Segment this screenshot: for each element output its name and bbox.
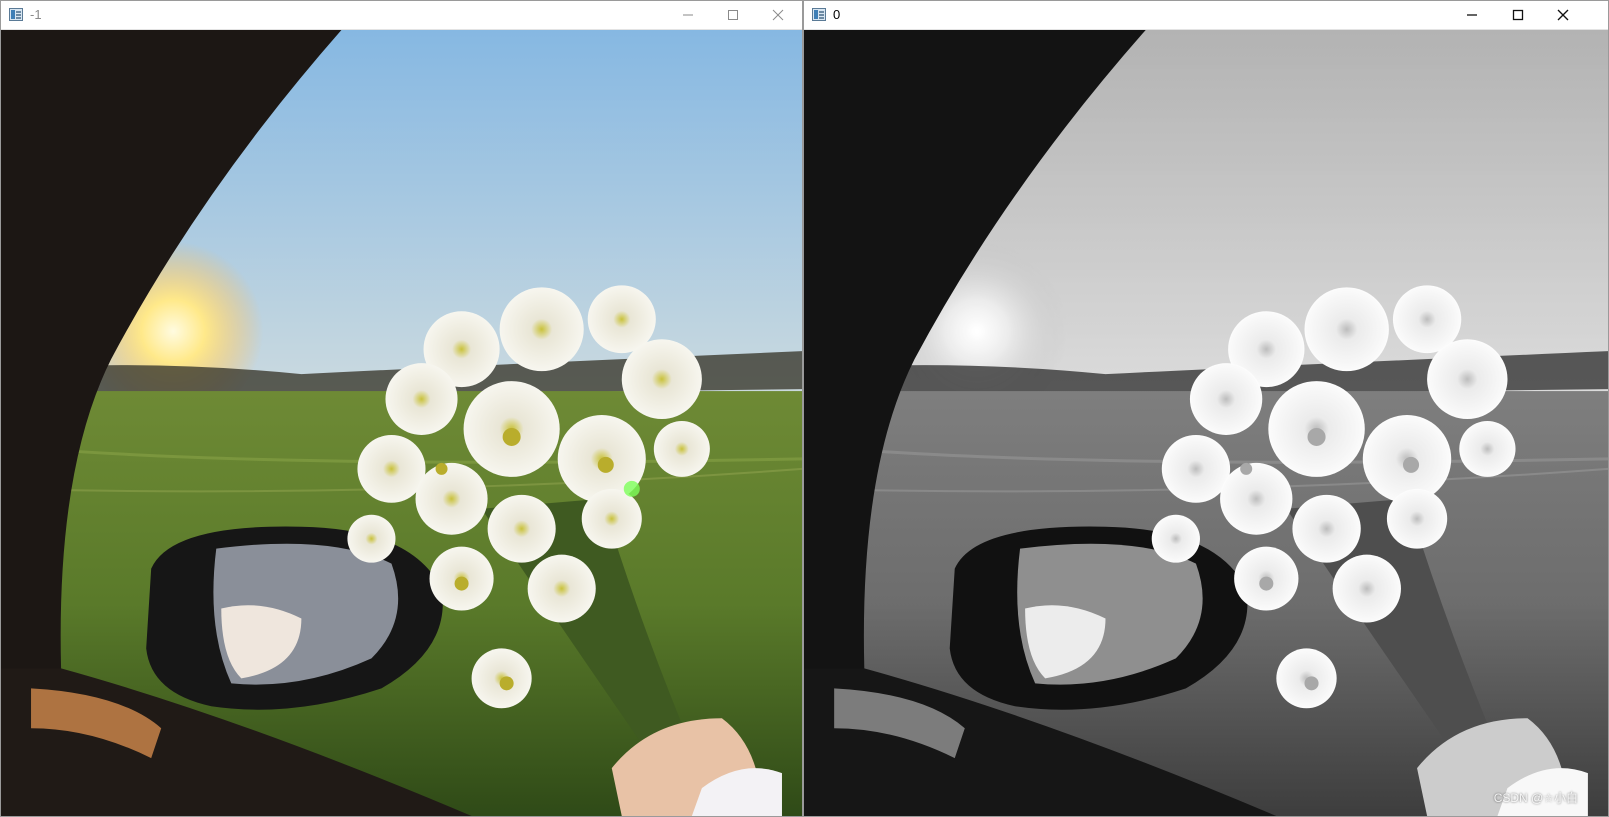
watermark-text: CSDN @☆小白 bbox=[1493, 791, 1578, 805]
photo-color bbox=[1, 30, 802, 816]
image-window-left[interactable]: -1 bbox=[0, 0, 803, 817]
close-icon bbox=[1557, 9, 1569, 21]
close-button[interactable] bbox=[1541, 1, 1585, 29]
image-canvas: CSDN @☆小白 bbox=[804, 30, 1608, 816]
window-title: 0 bbox=[833, 7, 841, 22]
minimize-icon bbox=[683, 14, 693, 16]
opencv-window-icon bbox=[812, 8, 826, 21]
opencv-window-icon bbox=[9, 8, 23, 21]
desktop: -1 0 CSDN @☆小白 bbox=[0, 0, 1609, 817]
maximize-icon bbox=[728, 10, 738, 20]
maximize-button[interactable] bbox=[711, 1, 755, 29]
close-icon bbox=[772, 9, 784, 21]
image-window-right[interactable]: 0 CSDN @☆小白 bbox=[803, 0, 1609, 817]
close-button[interactable] bbox=[756, 1, 800, 29]
minimize-button[interactable] bbox=[666, 1, 710, 29]
minimize-button[interactable] bbox=[1450, 1, 1494, 29]
photo-grayscale bbox=[804, 30, 1608, 816]
minimize-icon bbox=[1467, 14, 1477, 16]
maximize-icon bbox=[1512, 9, 1524, 21]
window-title: -1 bbox=[30, 7, 42, 22]
title-bar[interactable]: 0 bbox=[804, 1, 1608, 30]
image-canvas bbox=[1, 30, 802, 816]
maximize-button[interactable] bbox=[1496, 1, 1540, 29]
title-bar[interactable]: -1 bbox=[1, 1, 802, 30]
